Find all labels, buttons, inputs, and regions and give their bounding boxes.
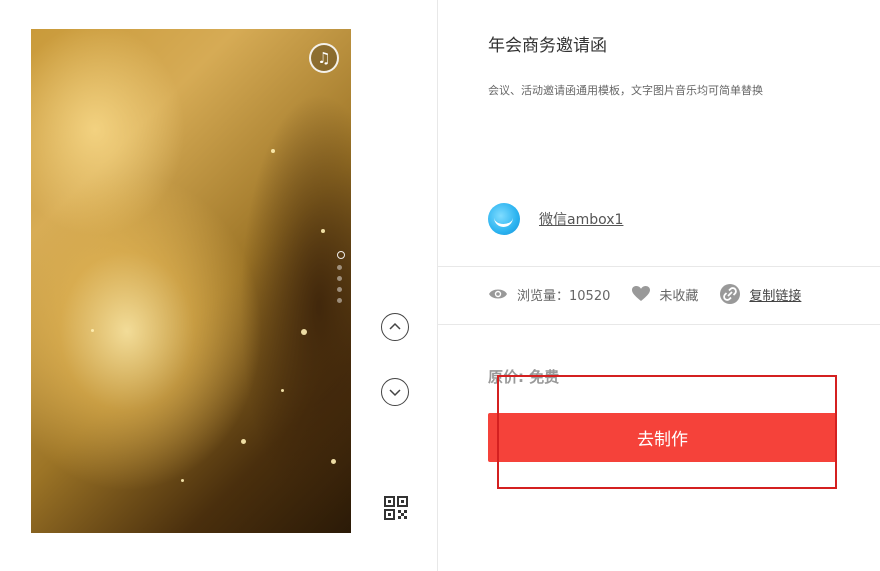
previous-page-button[interactable]: [381, 313, 409, 341]
stats-bar: 浏览量：10520 未收藏 复制链接: [488, 284, 823, 304]
music-toggle-button[interactable]: ♫: [309, 43, 339, 73]
avatar-icon[interactable]: [488, 203, 520, 235]
music-note-icon: ♫: [317, 49, 331, 67]
heart-icon: [632, 286, 651, 301]
divider: [438, 266, 880, 267]
favorite-button[interactable]: 未收藏: [632, 285, 698, 304]
template-preview[interactable]: ♫: [31, 29, 351, 533]
page-dot[interactable]: [337, 251, 345, 259]
copy-link-label[interactable]: 复制链接: [749, 285, 801, 304]
page-dot[interactable]: [337, 276, 342, 281]
author-info: 微信ambox1: [488, 203, 623, 235]
price-value: 免费: [529, 368, 560, 386]
divider: [438, 324, 880, 325]
favorite-label: 未收藏: [659, 288, 699, 304]
vertical-divider: [437, 0, 438, 571]
qr-code-button[interactable]: [384, 496, 408, 520]
template-title: 年会商务邀请函: [488, 36, 607, 56]
chevron-down-icon: [389, 389, 401, 397]
eye-icon: [489, 289, 507, 299]
author-name-link[interactable]: 微信ambox1: [539, 209, 623, 229]
page-dot[interactable]: [337, 265, 342, 270]
link-icon: [720, 284, 741, 304]
template-description: 会议、活动邀请函通用模板，文字图片音乐均可简单替换: [488, 84, 763, 97]
price-info: 原价: 免费: [488, 366, 559, 387]
view-count: 浏览量：10520: [488, 285, 610, 304]
page-dot[interactable]: [337, 298, 342, 303]
template-detail-page: ♫ 年会商务邀请函 会议、活动邀请函通用模板，文字图片音乐均可简单替换 微信am…: [0, 0, 880, 571]
qr-code-icon: [384, 496, 408, 520]
page-dot[interactable]: [337, 287, 342, 292]
next-page-button[interactable]: [381, 378, 409, 406]
view-count-label: 浏览量：10520: [517, 288, 611, 304]
chevron-up-icon: [389, 322, 401, 330]
page-indicator: [337, 251, 345, 303]
price-label: 原价:: [488, 368, 524, 386]
make-button[interactable]: 去制作: [488, 413, 837, 462]
copy-link-button[interactable]: 复制链接: [720, 284, 801, 304]
